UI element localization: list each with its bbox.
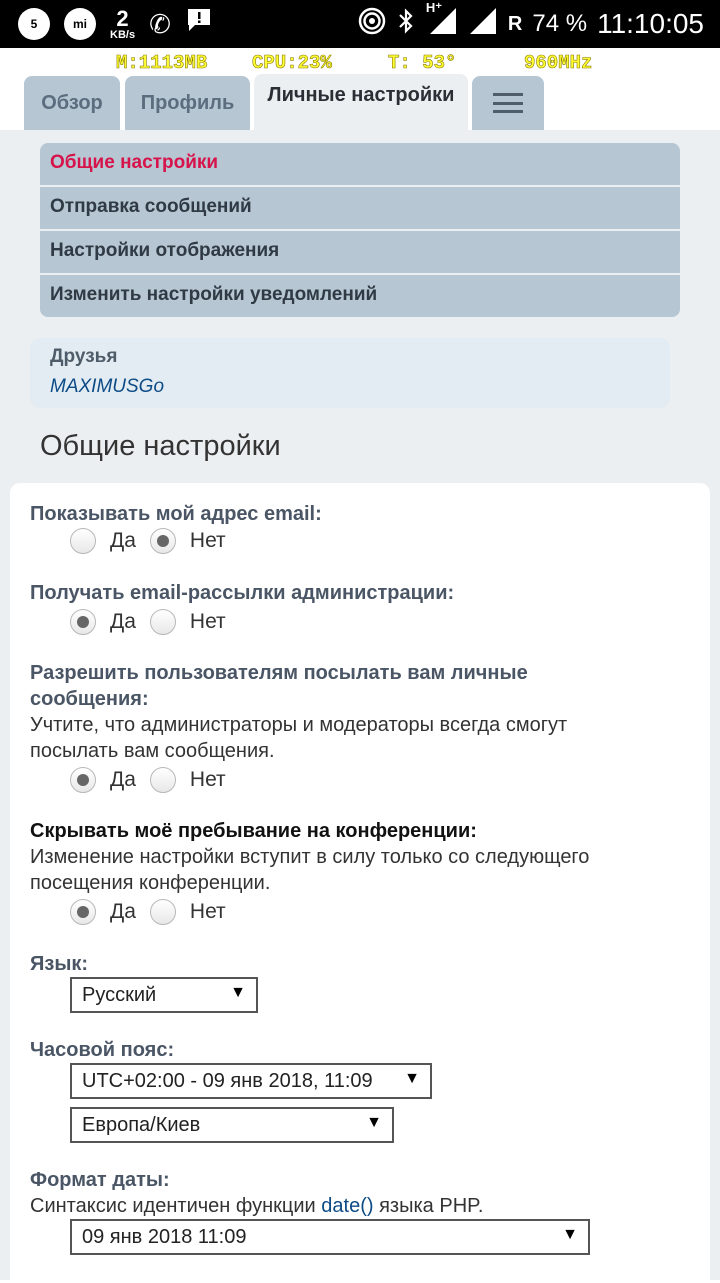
hide-online-note: Изменение настройки вступит в силу тольк… [30,844,589,896]
network-speed: 2 KB/s [110,5,136,41]
subnav-item-general[interactable]: Общие настройки [40,143,680,187]
show-email-label: Показывать мой адрес email: [30,503,322,525]
show-email-no-label: Нет [189,529,226,552]
language-select-value: Русский [82,983,157,1006]
date-format-select-value: 09 янв 2018 11:09 [82,1225,247,1248]
roaming-indicator: R [507,12,523,35]
temperature: T: 53° [388,52,457,75]
tab-overview[interactable]: Обзор [24,76,120,130]
admin-mail-label: Получать email-рассылки администрации: [30,582,455,604]
admin-mail-yes-radio[interactable] [70,609,96,635]
battery-level: 74 % [532,10,588,37]
allow-pm-note-line1: Учтите, что администраторы и модераторы … [30,714,568,736]
timezone-select-value: UTC+02:00 - 09 янв 2018, 11:09 [82,1069,373,1092]
cpu-frequency: 960MHz [524,52,593,75]
admin-mail-yes-label: Да [110,610,136,633]
hide-online-label: Скрывать моё пребывание на конференции: [30,820,477,842]
timezone-region-value: Европа/Киев [82,1113,201,1136]
subnav-item-messaging[interactable]: Отправка сообщений [40,187,680,231]
tab-bar: Обзор Профиль Личные настройки [0,74,720,132]
memory-usage: M:1113MB [116,52,208,75]
hotspot-icon [358,7,386,42]
tab-menu[interactable] [472,76,544,130]
allow-pm-label-line2: сообщения: [30,688,149,710]
hide-online-yes-label: Да [110,900,136,923]
language-select[interactable]: Русский ▼ [70,977,258,1013]
date-format-note-after: языка PHP. [373,1195,484,1217]
allow-pm-yes-radio[interactable] [70,767,96,793]
hide-online-note-line1: Изменение настройки вступит в силу тольк… [30,846,590,868]
signal-icon-2 [468,6,498,43]
timer-notification-icon: 5 [18,8,50,40]
language-label: Язык: [30,953,89,975]
allow-pm-yes-label: Да [110,768,136,791]
hide-online-no-label: Нет [189,900,226,923]
show-email-no-radio[interactable] [149,528,176,554]
allow-pm-options: Да Нет [70,767,240,793]
mi-notification-icon: mi [64,8,96,40]
date-format-label: Формат даты: [30,1169,170,1191]
dropdown-arrow-icon: ▼ [562,1226,578,1243]
friends-heading: Друзья [50,346,118,367]
hide-online-options: Да Нет [70,899,240,925]
tab-profile[interactable]: Профиль [125,76,250,130]
settings-form: Показывать мой адрес email: Да Нет Получ… [10,483,710,1283]
dropdown-arrow-icon: ▼ [230,984,246,1001]
admin-mail-no-radio[interactable] [149,609,176,635]
dropdown-arrow-icon: ▼ [366,1114,382,1131]
subnav-item-notifications[interactable]: Изменить настройки уведомлений [40,275,680,317]
allow-pm-no-radio[interactable] [149,767,176,793]
friends-box: Друзья MAXIMUSGo [30,338,670,408]
timezone-select[interactable]: UTC+02:00 - 09 янв 2018, 11:09 ▼ [70,1063,432,1099]
tab-personal-settings[interactable]: Личные настройки [254,74,468,132]
timezone-region-select[interactable]: Европа/Киев ▼ [70,1107,394,1143]
show-email-yes-radio[interactable] [70,528,96,554]
cpu-usage: CPU:23% [252,52,332,75]
date-format-note-before: Синтаксис идентичен функции [30,1195,322,1217]
dropdown-arrow-icon: ▼ [404,1070,420,1087]
page-title: Общие настройки [40,430,281,462]
clock: 11:10:05 [597,8,704,39]
timezone-label: Часовой пояс: [30,1039,175,1061]
admin-mail-options: Да Нет [70,609,240,635]
status-bar: 5 mi 2 KB/s ✆ H⁺ R 74 % 11:10:05 [0,0,720,48]
subnav-item-display[interactable]: Настройки отображения [40,231,680,275]
missed-call-icon: ✆ [149,9,171,39]
allow-pm-no-label: Нет [189,768,226,791]
hide-online-no-radio[interactable] [149,899,176,925]
settings-subnav: Общие настройки Отправка сообщений Настр… [40,143,680,317]
php-date-link[interactable]: date() [321,1195,373,1217]
show-email-yes-label: Да [110,529,136,552]
allow-pm-note-line2: посылать вам сообщения. [30,740,275,762]
speed-unit: KB/s [110,28,136,41]
friend-link[interactable]: MAXIMUSGo [50,376,164,398]
date-format-select[interactable]: 09 янв 2018 11:09 ▼ [70,1219,590,1255]
hide-online-note-line2: посещения конференции. [30,872,271,894]
speed-value: 2 [116,5,129,31]
allow-pm-note: Учтите, что администраторы и модераторы … [30,712,567,764]
admin-mail-no-label: Нет [189,610,226,633]
allow-pm-label-line1: Разрешить пользователям посылать вам лич… [30,662,528,684]
hamburger-menu-icon [493,93,523,113]
message-alert-icon [185,6,213,43]
show-email-options: Да Нет [70,528,240,554]
hide-online-yes-radio[interactable] [70,899,96,925]
bluetooth-icon [396,7,416,42]
signal-icon: H⁺ [426,0,458,43]
date-format-note: Синтаксис идентичен функции date() языка… [30,1193,483,1219]
network-type: H⁺ [425,0,443,15]
allow-pm-label: Разрешить пользователям посылать вам лич… [30,660,528,712]
